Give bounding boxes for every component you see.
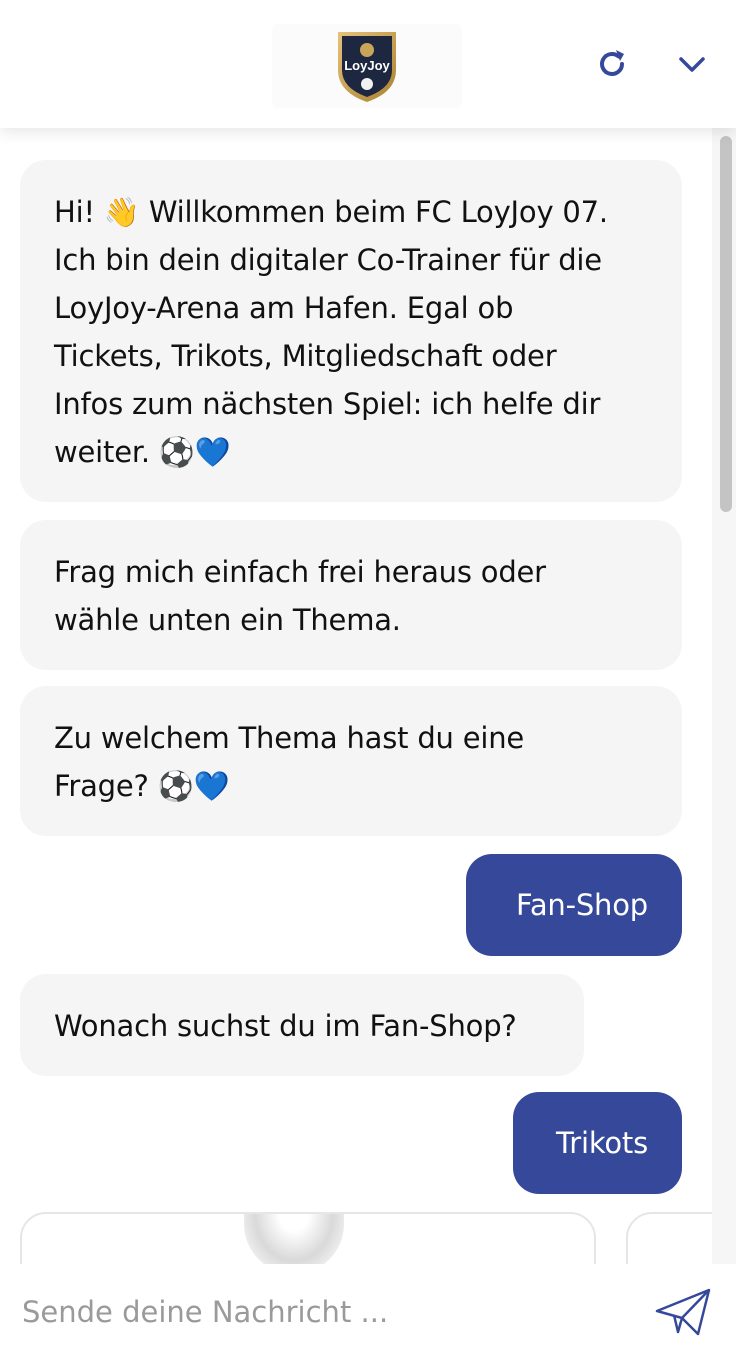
- chat-widget: LoyJoy Hi! 👋 Willkommen beim FC LoyJoy 0…: [0, 0, 736, 1356]
- product-card[interactable]: [626, 1212, 712, 1264]
- minimize-button[interactable]: [668, 40, 716, 88]
- product-image: [244, 1214, 344, 1264]
- message-line: wähle unten ein Thema.: [54, 603, 401, 637]
- paper-plane-icon: [655, 1288, 711, 1336]
- scrollbar[interactable]: [712, 128, 736, 1264]
- message-line: Tickets, Trikots, Mitgliedschaft oder: [54, 339, 557, 373]
- message-line: Zu welchem Thema hast du eine: [54, 721, 525, 755]
- message-line: weiter. ⚽💙: [54, 435, 231, 469]
- message-line: Frag mich einfach frei heraus oder: [54, 555, 546, 589]
- message-composer: [0, 1264, 736, 1356]
- message-line: Wonach suchst du im Fan-Shop?: [54, 1009, 517, 1043]
- user-message-trikots: Trikots: [513, 1092, 682, 1194]
- bot-message-hint: Frag mich einfach frei heraus oder wähle…: [20, 520, 682, 670]
- logo-wordmark: LoyJoy: [344, 58, 390, 73]
- bot-message-welcome: Hi! 👋 Willkommen beim FC LoyJoy 07. Ich …: [20, 160, 682, 502]
- chat-header: LoyJoy: [0, 0, 736, 128]
- message-text: Trikots: [555, 1126, 648, 1160]
- send-button[interactable]: [650, 1284, 716, 1340]
- restart-button[interactable]: [588, 40, 636, 88]
- message-line: Frage? ⚽💙: [54, 769, 230, 803]
- user-message-fanshop: Fan-Shop: [466, 854, 682, 956]
- scrollbar-thumb[interactable]: [720, 136, 732, 512]
- bot-message-topic-question: Zu welchem Thema hast du eine Frage? ⚽💙: [20, 686, 682, 836]
- logo-container: LoyJoy: [272, 24, 462, 108]
- chevron-down-icon: [679, 57, 705, 72]
- refresh-icon: [600, 50, 624, 76]
- message-text: Fan-Shop: [516, 888, 648, 922]
- message-line: Hi! 👋 Willkommen beim FC LoyJoy 07.: [54, 195, 608, 229]
- message-line: Infos zum nächsten Spiel: ich helfe dir: [54, 387, 601, 421]
- message-input[interactable]: [20, 1286, 624, 1338]
- message-list: Hi! 👋 Willkommen beim FC LoyJoy 07. Ich …: [0, 128, 712, 1264]
- club-crest-logo: LoyJoy: [338, 32, 396, 102]
- message-line: LoyJoy-Arena am Hafen. Egal ob: [54, 291, 514, 325]
- message-line: Ich bin dein digitaler Co-Trainer für di…: [54, 243, 602, 277]
- bot-message-fanshop-question: Wonach suchst du im Fan-Shop?: [20, 974, 584, 1076]
- product-card[interactable]: [20, 1212, 596, 1264]
